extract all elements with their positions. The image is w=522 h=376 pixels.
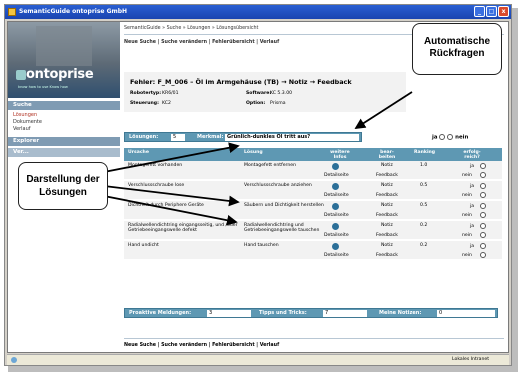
arrow-to-solution-1 bbox=[103, 142, 240, 173]
callout-automatic-questions: Automatische Rückfragen bbox=[412, 23, 502, 75]
arrow-to-question bbox=[354, 91, 413, 129]
callout-solutions-display: Darstellung der Lösungen bbox=[18, 162, 108, 210]
screenshot-root: SemanticGuide ontoprise GmbH _ □ x ontop… bbox=[0, 0, 522, 376]
